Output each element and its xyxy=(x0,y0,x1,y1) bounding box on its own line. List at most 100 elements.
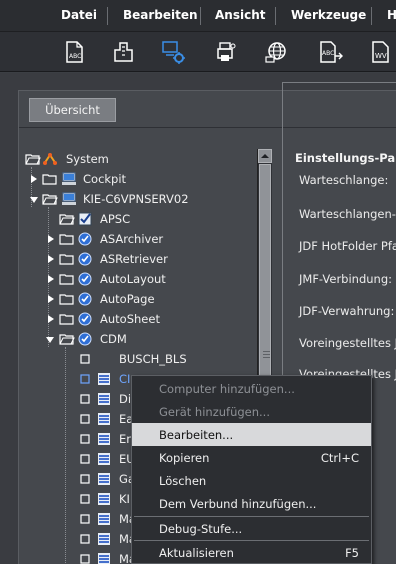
tree-item-label: AutoSheet xyxy=(100,312,160,326)
folder-icon xyxy=(59,292,75,306)
grip-line xyxy=(263,351,270,352)
setting-label-queue: Warteschlange: xyxy=(299,173,389,187)
checkbox-icon[interactable] xyxy=(79,392,95,406)
menu-separator xyxy=(107,7,108,25)
queue-list-icon xyxy=(97,472,113,486)
tree-item-label: Di xyxy=(119,392,132,406)
checkbox-icon[interactable] xyxy=(79,552,95,564)
service-icon xyxy=(78,292,94,306)
menu-datei[interactable]: Datei xyxy=(61,8,97,22)
checkbox-icon[interactable] xyxy=(79,532,95,546)
collapse-arrow-icon[interactable] xyxy=(45,334,54,344)
checkbox-icon[interactable] xyxy=(79,492,95,506)
scroll-up-arrow-icon[interactable] xyxy=(258,149,272,163)
checkbox-icon[interactable] xyxy=(79,372,95,386)
folder-icon xyxy=(59,252,75,266)
queue-list-icon xyxy=(97,412,113,426)
menu-separator xyxy=(275,7,276,25)
menu-item-shortcut: F5 xyxy=(345,546,359,560)
menu-bar: Datei Bearbeiten Ansicht Werkzeuge H xyxy=(0,0,396,32)
building-icon[interactable] xyxy=(111,39,137,65)
tree-item-label: KI xyxy=(119,492,130,506)
service-icon xyxy=(78,252,94,266)
queue-list-icon xyxy=(97,452,113,466)
queue-list-icon xyxy=(97,532,113,546)
expand-arrow-icon[interactable] xyxy=(47,234,55,244)
expand-arrow-icon[interactable] xyxy=(47,274,55,284)
expand-arrow-icon[interactable] xyxy=(47,254,55,264)
menu-item-refresh[interactable]: Aktualisieren F5 xyxy=(132,541,371,564)
open-folder-icon xyxy=(59,212,75,226)
wv-document-icon[interactable]: WV xyxy=(368,39,394,65)
svg-text:ABC: ABC xyxy=(69,53,81,60)
open-folder-icon xyxy=(59,332,75,346)
grip-line xyxy=(263,354,270,355)
menu-separator xyxy=(200,7,201,25)
svg-text:WV: WV xyxy=(375,52,387,60)
menu-item-label: Dem Verbund hinzufügen... xyxy=(159,497,317,511)
settings-title: Einstellungs-Para xyxy=(295,151,396,165)
menu-item-debug-level[interactable]: Debug-Stufe... xyxy=(132,517,371,540)
folder-icon xyxy=(59,232,75,246)
menu-separator xyxy=(371,7,372,25)
queue-list-icon xyxy=(97,372,113,386)
queue-list-icon xyxy=(97,492,113,506)
tab-overview[interactable]: Übersicht xyxy=(29,98,116,122)
setting-label-jdf-storage: JDF-Verwahrung: xyxy=(299,304,395,318)
checkbox-icon[interactable] xyxy=(79,472,95,486)
menu-item-add-to-cluster[interactable]: Dem Verbund hinzufügen... xyxy=(132,492,371,515)
context-menu: Computer hinzufügen... Gerät hinzufügen.… xyxy=(131,375,372,564)
menu-item-edit[interactable]: Bearbeiten... xyxy=(132,423,371,446)
computer-icon xyxy=(61,192,77,206)
tree-item-label: CI xyxy=(119,372,131,386)
tree-item-label: ASArchiver xyxy=(100,232,164,246)
folder-icon xyxy=(59,272,75,286)
expand-arrow-icon[interactable] xyxy=(30,174,38,184)
setting-label-default-1: Voreingestelltes J xyxy=(299,336,396,350)
svg-text:ABC: ABC xyxy=(322,50,334,57)
menu-item-copy[interactable]: Kopieren Ctrl+C xyxy=(132,446,371,469)
queue-list-icon xyxy=(97,392,113,406)
menu-hilfe[interactable]: H xyxy=(387,8,396,22)
service-icon xyxy=(78,332,94,346)
abc-arrow-icon[interactable]: ABC xyxy=(317,39,343,65)
checkbox-icon[interactable] xyxy=(79,512,95,526)
menu-item-label: Aktualisieren xyxy=(159,546,234,560)
checkbox-icon[interactable] xyxy=(79,412,95,426)
menu-item-delete[interactable]: Löschen xyxy=(132,469,371,492)
menu-bearbeiten[interactable]: Bearbeiten xyxy=(123,8,198,22)
menu-item-add-device[interactable]: Gerät hinzufügen... xyxy=(132,400,371,423)
menu-item-label: Gerät hinzufügen... xyxy=(159,405,270,419)
queue-list-icon xyxy=(97,512,113,526)
expand-arrow-icon[interactable] xyxy=(47,314,55,324)
menu-item-label: Kopieren xyxy=(159,451,210,465)
server-settings-icon[interactable] xyxy=(161,39,187,65)
folder-icon xyxy=(59,312,75,326)
tree-item-label: System xyxy=(66,152,109,166)
checkbox-icon[interactable] xyxy=(79,452,95,466)
menu-item-label: Debug-Stufe... xyxy=(159,522,243,536)
collapse-arrow-icon[interactable] xyxy=(29,194,38,204)
printer-settings-icon[interactable] xyxy=(213,39,239,65)
tree-item-label: APSC xyxy=(100,212,131,226)
tree-item-label: KIE-C6VPNSERV02 xyxy=(83,192,189,206)
service-icon xyxy=(78,312,94,326)
network-globe-icon[interactable] xyxy=(263,39,289,65)
computer-icon xyxy=(61,172,77,186)
tree-item-label: AutoPage xyxy=(100,292,155,306)
folder-icon xyxy=(42,172,58,186)
abc-document-icon[interactable]: ABC xyxy=(61,39,87,65)
open-folder-icon xyxy=(42,192,58,206)
menu-werkzeuge[interactable]: Werkzeuge xyxy=(291,8,366,22)
tree-item-label: ASRetriever xyxy=(100,252,168,266)
apsc-check-icon xyxy=(78,212,94,226)
checkbox-icon[interactable] xyxy=(79,352,95,366)
checkbox-icon[interactable] xyxy=(79,432,95,446)
setting-label-jdf-hotfolder: JDF HotFolder Pfa xyxy=(299,239,396,253)
menu-ansicht[interactable]: Ansicht xyxy=(215,8,265,22)
queue-list-icon xyxy=(97,552,113,564)
menu-item-label: Bearbeiten... xyxy=(159,428,234,442)
service-icon xyxy=(78,232,94,246)
expand-arrow-icon[interactable] xyxy=(47,294,55,304)
menu-item-add-computer[interactable]: Computer hinzufügen... xyxy=(132,377,371,400)
